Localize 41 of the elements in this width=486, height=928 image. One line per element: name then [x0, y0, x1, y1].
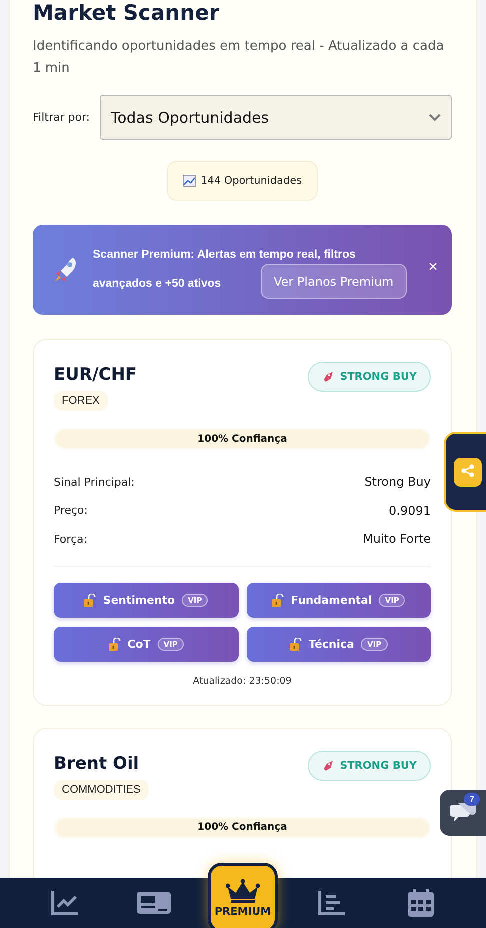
page-title: Market Scanner [33, 0, 221, 26]
filter-label: Filtrar por: [33, 111, 90, 124]
updated-time: Atualizado: 23:50:09 [192, 676, 293, 686]
banner-text: Scanner Premium: Alertas em tempo real, filtros [93, 249, 356, 261]
confidence-text: 100% Confiança [198, 822, 288, 833]
page-subtitle: Identificando oportunidades em tempo real - Atualizado a cada 1 min [33, 38, 446, 78]
signal-badge: STRONG BUY [308, 362, 431, 392]
share-button[interactable] [444, 432, 486, 512]
row-value: Muito Forte [363, 532, 431, 546]
premium-button[interactable]: PREMIUM [208, 863, 278, 928]
lock-icon [272, 594, 284, 606]
row-value: 0.9091 [389, 504, 431, 518]
row-label: Sinal Principal: [54, 476, 135, 489]
line-chart-icon[interactable] [50, 890, 79, 916]
row-label: Preço: [54, 504, 88, 518]
close-button[interactable]: × [428, 260, 438, 276]
lock-icon [290, 638, 302, 650]
crown-icon [226, 878, 260, 902]
calendar-icon[interactable] [408, 889, 434, 917]
row-value: Strong Buy [364, 475, 431, 490]
lock-icon [84, 594, 96, 606]
category-tag: FOREX [54, 391, 108, 411]
asset-name: Brent Oil [54, 754, 140, 774]
chart-icon [182, 175, 196, 187]
share-icon [454, 458, 482, 486]
banner-text: avançados e +50 ativos [93, 278, 222, 290]
card-icon[interactable] [136, 892, 171, 914]
chat-button[interactable]: 7 [440, 790, 486, 836]
asset-name: EUR/CHF [54, 365, 138, 385]
chat-icon [450, 801, 476, 825]
chevron-down-icon [429, 114, 441, 122]
count-text: 144 Oportunidades [200, 175, 302, 187]
signal-badge: STRONG BUY [308, 750, 431, 780]
notification-badge: 7 [464, 793, 480, 806]
bar-list-icon[interactable] [318, 890, 346, 916]
lock-icon [108, 638, 121, 650]
row-label: Força: [54, 532, 88, 546]
confidence-text: 100% Confiança [198, 434, 288, 444]
filter-dropdown[interactable]: Todas Oportunidades [100, 95, 452, 140]
category-tag: COMMODITIES [54, 780, 149, 800]
premium-plans-button[interactable]: Ver Planos Premium [261, 264, 407, 299]
